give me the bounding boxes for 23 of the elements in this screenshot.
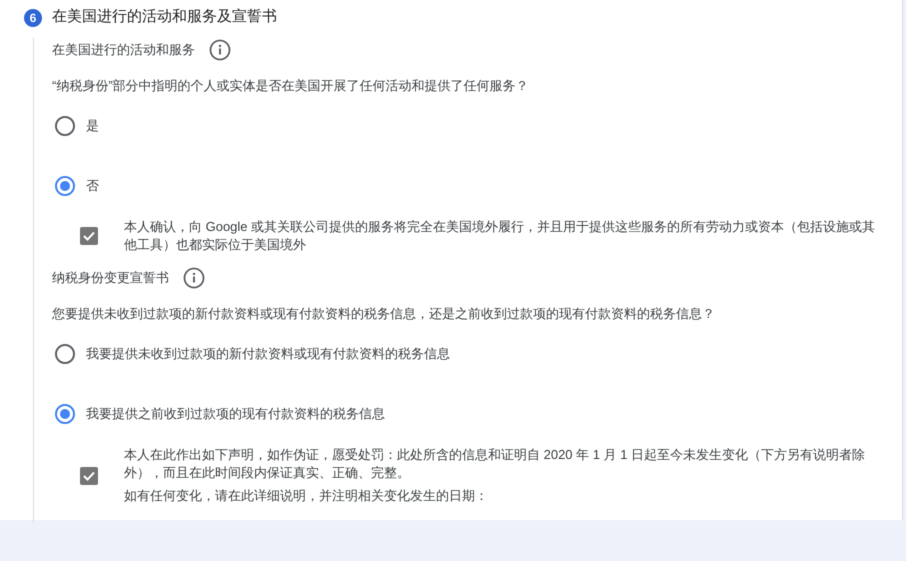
option-label: 我要提供未收到过款项的新付款资料或现有付款资料的税务信息 [86, 345, 450, 364]
step-title: 在美国进行的活动和服务及宣誓书 [52, 7, 277, 28]
info-icon[interactable] [209, 39, 231, 61]
radio-button[interactable] [55, 404, 75, 424]
option-label: 否 [86, 177, 99, 196]
radio-button[interactable] [55, 116, 75, 136]
check-icon [83, 231, 95, 241]
question-text: “纳税身份”部分中指明的个人或实体是否在美国开展了任何活动和提供了任何服务？ [52, 77, 530, 95]
info-icon[interactable] [183, 267, 205, 289]
option-label: 是 [86, 117, 99, 136]
check-icon [83, 470, 95, 480]
option-label: 我要提供之前收到过款项的现有付款资料的税务信息 [86, 405, 385, 424]
section-title: 在美国进行的活动和服务 [52, 41, 195, 60]
confirmation-text: 如有任何变化，请在此详细说明，并注明相关变化发生的日期： [124, 487, 489, 505]
radio-button[interactable] [55, 344, 75, 364]
section-title: 纳税身份变更宣誓书 [52, 269, 169, 288]
confirmation-text: 本人确认，向 Google 或其关联公司提供的服务将完全在美国境外履行，并且用于提供这些服务的所有劳动力或资本（包括设施或其他工具）也都实际位于美国境外 [124, 218, 876, 254]
confirmation-text: 本人在此作出如下声明，如作伪证，愿受处罚：此处所含的信息和证明自 2020 年 1 月 1 日起至今未发生变化（下方另有说明者除外），而且在此时间段内保证真实、正确、完整。 [124, 446, 866, 482]
radio-button[interactable] [55, 176, 75, 196]
step-number: 6 [24, 8, 42, 26]
checkbox[interactable] [80, 466, 98, 484]
checkbox[interactable] [80, 227, 98, 245]
question-text: 您要提供未收到过款项的新付款资料或现有付款资料的税务信息，还是之前收到过款项的现有付款资料的税务信息？ [52, 305, 716, 323]
